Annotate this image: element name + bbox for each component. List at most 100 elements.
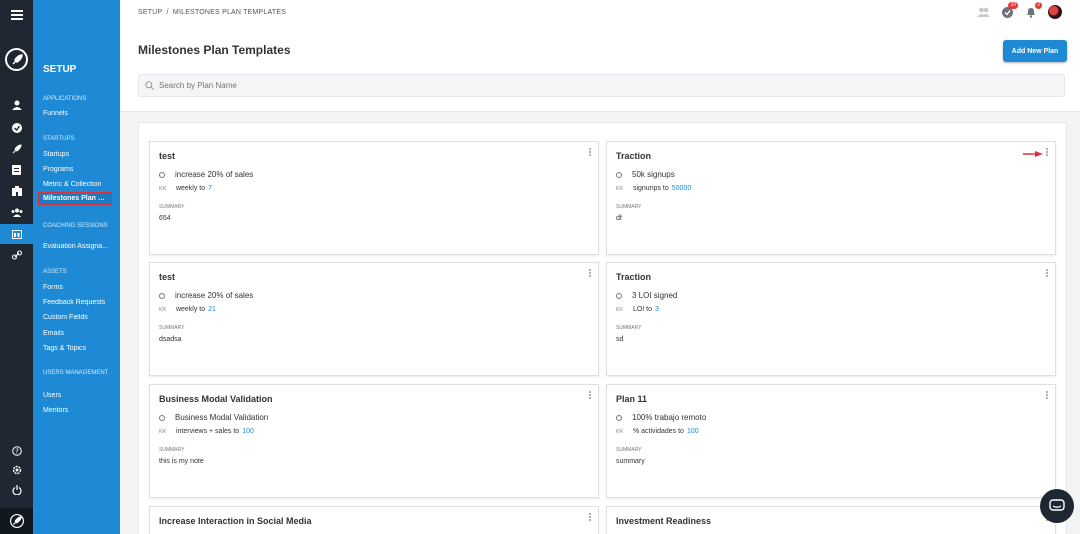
chat-widget-button[interactable] xyxy=(1040,489,1074,523)
sidebar-item-emails[interactable]: Emails xyxy=(43,330,115,337)
key-result: KR % actividades to 100 xyxy=(616,428,699,435)
tasks-badge: 10 xyxy=(1008,2,1018,9)
task-check-icon[interactable]: 10 xyxy=(1000,2,1018,19)
plan-card[interactable]: Business Modal Validation Business Modal… xyxy=(149,384,599,498)
kr-tag: KR xyxy=(159,306,166,313)
more-options-icon[interactable] xyxy=(589,269,592,278)
summary-text: this is my note xyxy=(159,458,204,465)
summary-label: SUMMARY xyxy=(159,204,185,210)
sidebar-item-metric-collection[interactable]: Metric & Collection xyxy=(43,181,115,188)
key-result: KR weekly to 7 xyxy=(159,185,212,192)
rocket-logo-icon[interactable] xyxy=(5,48,28,71)
kr-tag: KR xyxy=(159,428,166,435)
add-new-plan-button[interactable]: Add New Plan xyxy=(1003,40,1067,62)
kr-tag: KR xyxy=(616,185,623,192)
sidebar-item-custom-fields[interactable]: Custom Fields xyxy=(43,314,115,321)
search-input[interactable] xyxy=(159,81,459,90)
sidebar-item-evaluation-assignments[interactable]: Evaluation Assigna... xyxy=(43,243,115,250)
sidebar-item-forms[interactable]: Forms xyxy=(43,284,115,291)
objective-status-icon xyxy=(159,292,165,299)
sidebar-item-tags-topics[interactable]: Tags & Topics xyxy=(43,345,115,352)
team-icon[interactable] xyxy=(0,202,33,222)
kr-tag: KR xyxy=(616,306,623,313)
objective-status-icon xyxy=(159,171,165,178)
page-header: SETUP / MILESTONES PLAN TEMPLATES 10 2 M… xyxy=(120,0,1080,112)
building-icon[interactable] xyxy=(0,181,33,201)
rocket-icon[interactable] xyxy=(0,139,33,159)
help-icon[interactable]: ? xyxy=(0,441,33,461)
kr-tag: KR xyxy=(616,428,623,435)
page-title: Milestones Plan Templates xyxy=(138,43,291,57)
calendar-icon[interactable] xyxy=(0,224,33,244)
section-startups: STARTUPS xyxy=(43,136,75,142)
plans-grid: test increase 20% of sales KR weekly to 7 … xyxy=(138,122,1067,534)
kr-target: 100 xyxy=(686,428,699,435)
avatar[interactable] xyxy=(1048,5,1062,19)
check-circle-icon[interactable] xyxy=(0,118,33,138)
user-icon[interactable] xyxy=(0,95,33,115)
link-icon[interactable] xyxy=(0,245,33,265)
sidebar-item-funnels[interactable]: Funnels xyxy=(43,110,115,117)
plan-card[interactable]: Increase Interaction in Social Media xyxy=(149,506,599,534)
objective-status-icon xyxy=(616,171,622,178)
summary-label: SUMMARY xyxy=(616,447,642,453)
plan-title: test xyxy=(159,272,176,282)
settings-icon[interactable] xyxy=(0,460,33,480)
section-assets: ASSETS xyxy=(43,269,67,275)
plan-title: Traction xyxy=(616,151,652,161)
plan-title: test xyxy=(159,151,176,161)
plan-card[interactable]: Investment Readiness xyxy=(606,506,1056,534)
svg-text:?: ? xyxy=(15,448,19,456)
kr-target: 7 xyxy=(208,185,213,192)
kr-tag: KR xyxy=(159,185,166,192)
objective-text: increase 20% of sales xyxy=(175,170,254,179)
kr-text: weekly to xyxy=(175,306,206,313)
menu-icon[interactable] xyxy=(0,0,33,30)
plan-card[interactable]: test increase 20% of sales KR weekly to 7 … xyxy=(149,141,599,255)
kr-target: 50000 xyxy=(671,185,692,192)
plan-card[interactable]: Traction 3 LOI signed KR LOI to 3 SUMMARY … xyxy=(606,262,1056,376)
plan-title: Increase Interaction in Social Media xyxy=(159,516,312,526)
sidebar-item-mentors[interactable]: Mentors xyxy=(43,407,115,414)
key-result: KR weekly to 21 xyxy=(159,306,216,313)
objective-text: 100% trabajo remoto xyxy=(632,413,707,422)
objective-text: Business Modal Validation xyxy=(175,413,269,422)
plan-card[interactable]: Plan 11 100% trabajo remoto KR % activida… xyxy=(606,384,1056,498)
sidebar-item-startups[interactable]: Startups xyxy=(43,151,115,158)
kr-text: % actividades to xyxy=(632,428,684,435)
objective: increase 20% of sales xyxy=(159,170,253,179)
section-coaching-sessions: COACHING SESSIONS xyxy=(43,223,108,229)
more-options-icon[interactable] xyxy=(1046,391,1049,400)
more-options-icon[interactable] xyxy=(589,391,592,400)
objective: Business Modal Validation xyxy=(159,413,268,422)
power-icon[interactable] xyxy=(0,480,33,500)
document-icon[interactable] xyxy=(0,160,33,180)
section-users-management: USERS MANAGEMENT xyxy=(43,370,109,376)
kr-text: LOI to xyxy=(632,306,653,313)
more-options-icon[interactable] xyxy=(589,148,592,157)
breadcrumb: SETUP / MILESTONES PLAN TEMPLATES xyxy=(138,9,287,16)
sidebar-item-feedback-requests[interactable]: Feedback Requests xyxy=(43,299,115,306)
plan-card[interactable]: Traction 50k signups KR signunps to 50000 … xyxy=(606,141,1056,255)
more-options-icon[interactable] xyxy=(1046,269,1049,278)
sidebar-title: SETUP xyxy=(43,64,77,75)
more-options-icon[interactable] xyxy=(1046,148,1049,157)
key-result: KR interviews + sales to 100 xyxy=(159,428,254,435)
setup-sidebar: SETUP APPLICATIONS Funnels STARTUPS Star… xyxy=(33,0,120,534)
sidebar-item-milestones-plan-templates[interactable]: Milestones Plan T... xyxy=(38,192,112,205)
summary-label: SUMMARY xyxy=(616,325,642,331)
sidebar-item-programs[interactable]: Programs xyxy=(43,166,115,173)
more-options-icon[interactable] xyxy=(589,513,592,522)
kr-target: 3 xyxy=(655,306,659,313)
sidebar-item-users[interactable]: Users xyxy=(43,392,115,399)
users-icon[interactable] xyxy=(976,5,990,19)
kr-text: signunps to xyxy=(632,185,669,192)
bell-icon[interactable]: 2 xyxy=(1024,2,1042,19)
kr-target: 21 xyxy=(208,306,216,313)
objective-text: 50k signups xyxy=(632,170,675,179)
plan-card[interactable]: test increase 20% of sales KR weekly to 21… xyxy=(149,262,599,376)
summary-text: summary xyxy=(616,458,645,465)
summary-text: sd xyxy=(616,336,624,343)
kr-target: 100 xyxy=(242,428,254,435)
search-bar[interactable] xyxy=(138,74,1065,97)
